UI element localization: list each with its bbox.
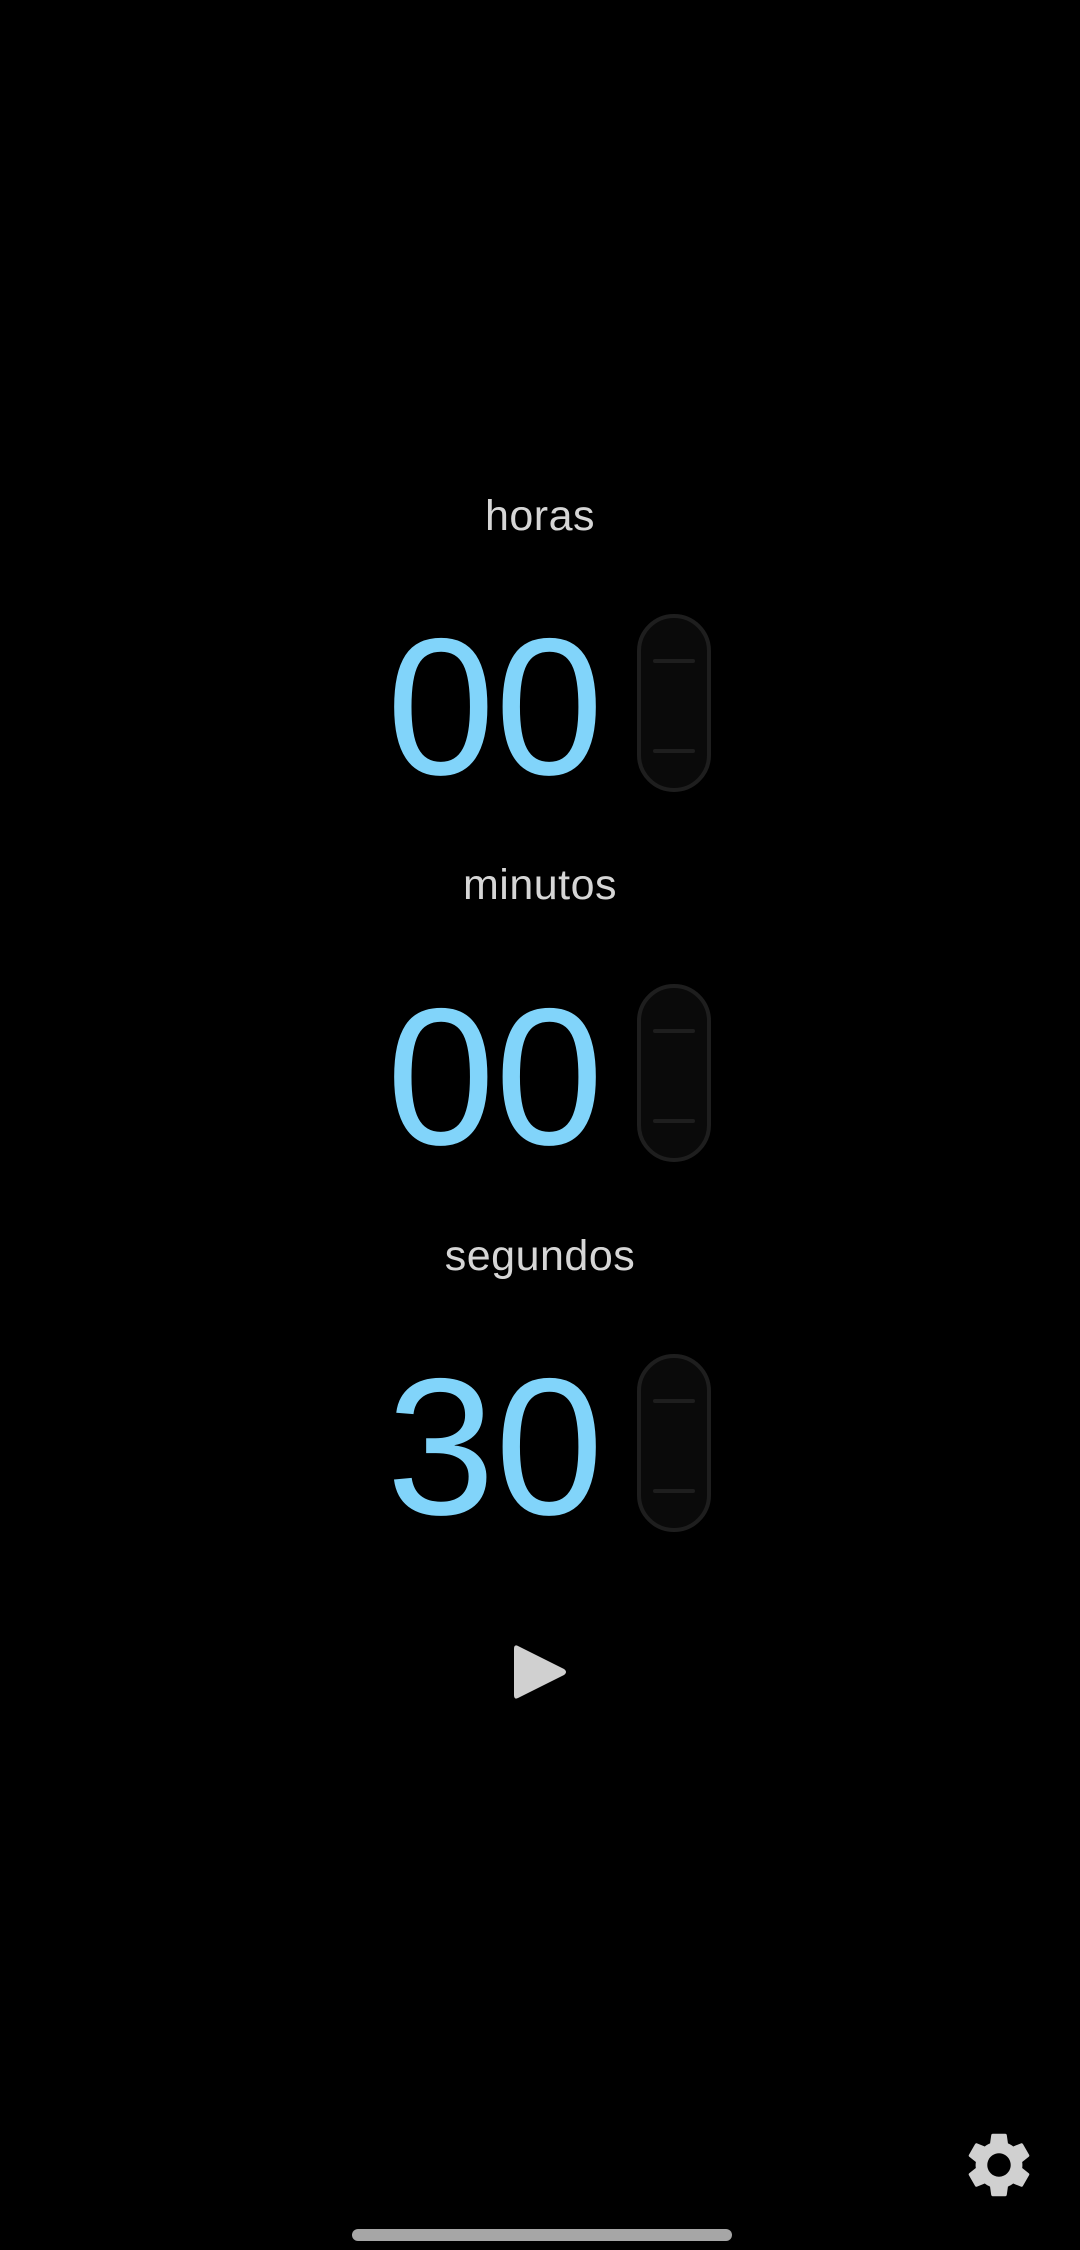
ridge-bottom bbox=[653, 1119, 695, 1123]
play-icon bbox=[514, 1645, 566, 1699]
ridge-top bbox=[653, 1399, 695, 1403]
gear-icon bbox=[968, 2133, 1030, 2197]
timer-screen: horas 00 minutos 00 segundos 30 bbox=[0, 0, 1080, 2250]
play-button[interactable] bbox=[500, 1632, 580, 1712]
home-indicator[interactable] bbox=[352, 2229, 732, 2241]
minutes-scroll-handle[interactable] bbox=[637, 984, 711, 1162]
ridge-top bbox=[653, 659, 695, 663]
seconds-scroll-handle[interactable] bbox=[637, 1354, 711, 1532]
minutes-value[interactable]: 00 bbox=[380, 980, 610, 1175]
minutes-label: minutos bbox=[462, 861, 618, 909]
seconds-value[interactable]: 30 bbox=[380, 1350, 610, 1545]
hours-label: horas bbox=[484, 492, 596, 540]
hours-scroll-handle[interactable] bbox=[637, 614, 711, 792]
seconds-label: segundos bbox=[444, 1232, 636, 1280]
ridge-top bbox=[653, 1029, 695, 1033]
hours-value[interactable]: 00 bbox=[380, 610, 610, 805]
settings-button[interactable] bbox=[952, 2118, 1046, 2212]
ridge-bottom bbox=[653, 749, 695, 753]
ridge-bottom bbox=[653, 1489, 695, 1493]
